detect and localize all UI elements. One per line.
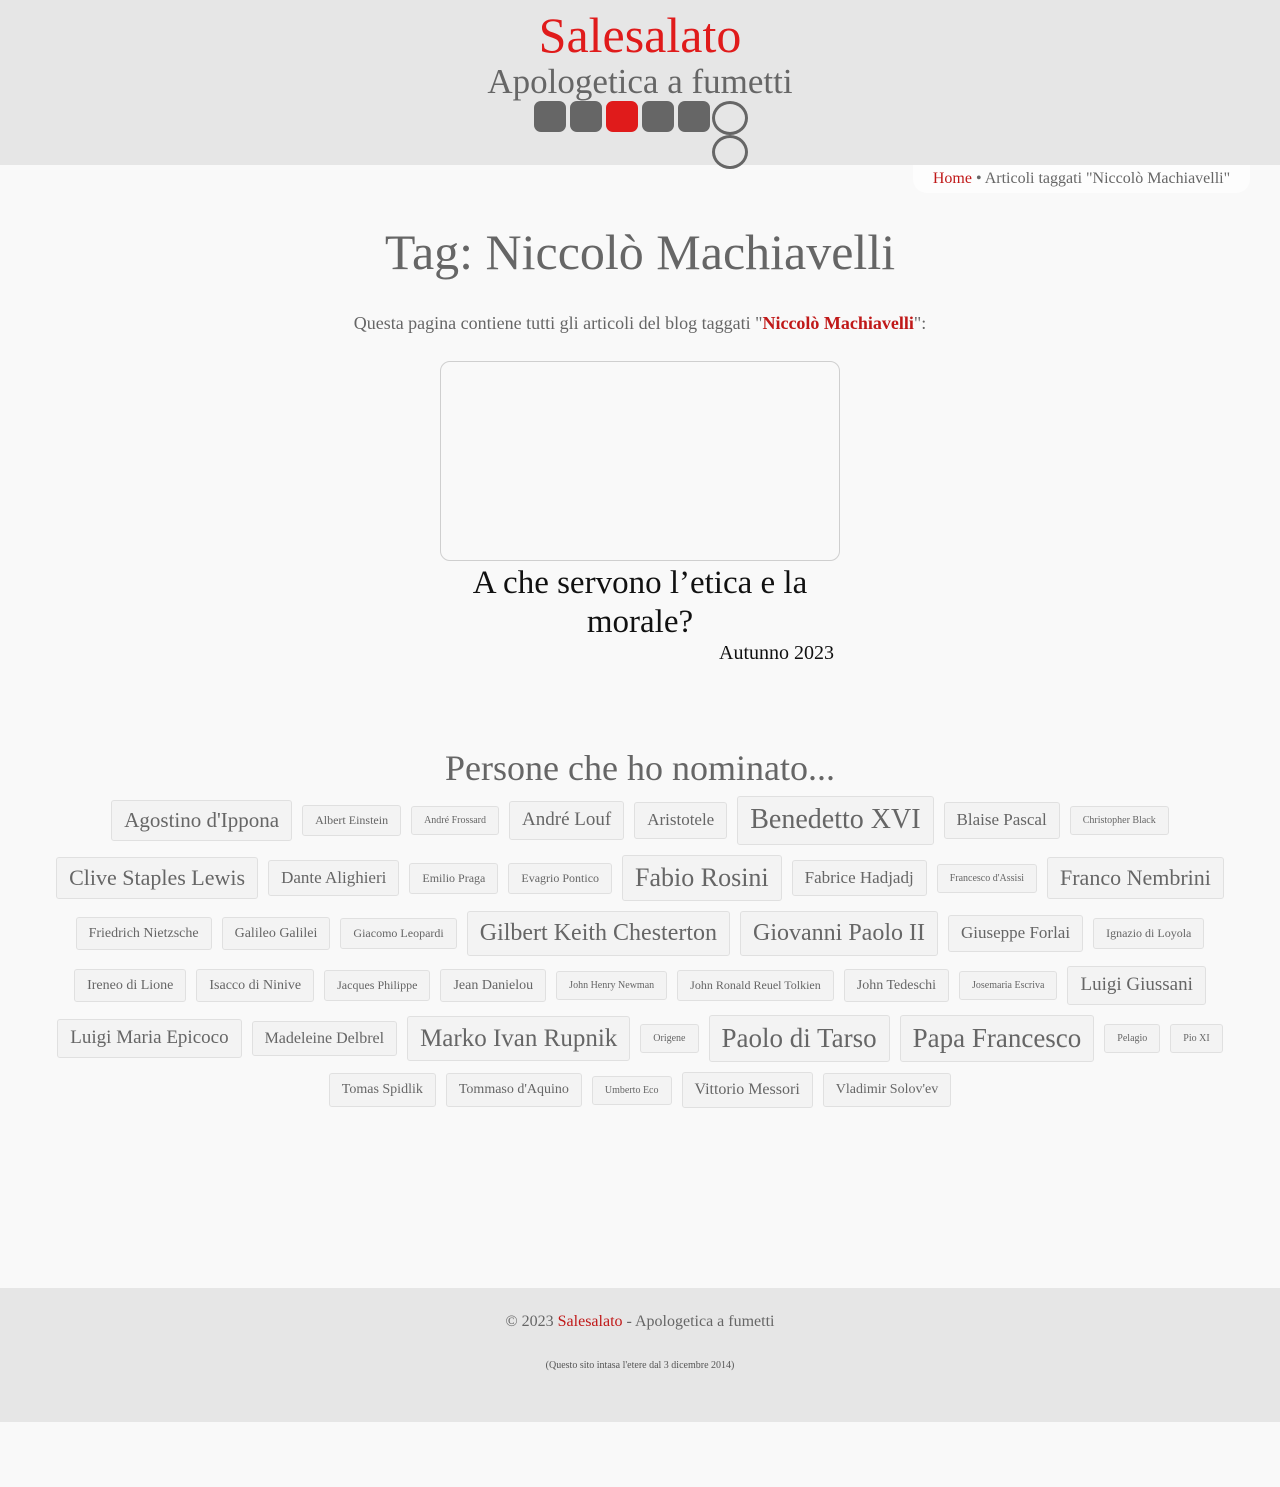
logo-ring-bottom [712,135,748,169]
footer-copyright: © 2023 Salesalato - Apologetica a fumett… [0,1312,1280,1332]
person-tag[interactable]: Giuseppe Forlai [948,915,1084,952]
person-tag[interactable]: Tomas Spidlik [328,1073,436,1107]
person-tag[interactable]: Luigi Maria Epicoco [57,1019,242,1058]
person-tag[interactable]: Agostino d'Ippona [111,799,293,841]
logo-square-4 [642,101,674,132]
person-tag[interactable]: John Tedeschi [843,968,949,1002]
person-tag[interactable]: Madeleine Delbrel [251,1020,398,1057]
person-tag[interactable]: Clive Staples Lewis [56,857,259,900]
site-title-link[interactable]: Salesalato [0,6,1280,64]
person-tag[interactable]: John Henry Newman [556,970,668,1000]
site-subtitle: Apologetica a fumetti [487,62,793,101]
person-tag[interactable]: Christopher Black [1069,805,1169,835]
breadcrumb-current: Articoli taggati "Niccolò Machiavelli" [984,170,1231,187]
person-tag[interactable]: André Frossard [411,805,500,835]
person-tag[interactable]: Dante Alighieri [268,859,400,897]
person-tag[interactable]: Vladimir Solov'ev [822,1073,952,1107]
person-tag[interactable]: Pelagio [1104,1024,1161,1054]
person-tag[interactable]: Luigi Giussani [1067,965,1206,1005]
breadcrumb-home-link[interactable]: Home [933,170,972,187]
logo-square-1 [534,101,566,132]
post-title-link[interactable]: A che servono l’etica e la morale? [440,564,840,642]
person-tag[interactable]: John Ronald Reuel Tolkien [677,969,834,1001]
person-tag[interactable]: Evagrio Pontico [508,862,613,894]
breadcrumb-separator: • [975,170,982,187]
site-logo[interactable] [534,101,754,171]
person-tag[interactable]: Fabrice Hadjadj [791,859,927,897]
person-tag[interactable]: Umberto Eco [591,1075,672,1105]
site-header: Salesalato Apologetica a fumetti [0,0,1280,169]
person-tag[interactable]: Tommaso d'Aquino [445,1073,582,1107]
person-tag[interactable]: Origene [640,1024,699,1054]
person-tag[interactable]: Giacomo Leopardi [340,917,457,950]
person-tag[interactable]: Pio XI [1170,1024,1223,1054]
person-tag[interactable]: Jacques Philippe [324,969,431,1001]
intro-text: Questa pagina contiene tutti gli articol… [0,311,1280,335]
person-tag[interactable]: Gilbert Keith Chesterton [466,911,731,956]
person-tag[interactable]: Ireneo di Lione [74,968,187,1002]
person-tag[interactable]: Ignazio di Loyola [1093,917,1205,950]
logo-square-2 [570,101,602,132]
footer-tagline: - Apologetica a fumetti [626,1313,775,1330]
logo-square-3-red [606,101,638,132]
site-footer: © 2023 Salesalato - Apologetica a fumett… [0,1288,1280,1422]
person-tag[interactable]: Emilio Praga [409,862,499,894]
person-tag[interactable]: Friedrich Nietzsche [75,916,212,951]
post-thumbnail[interactable] [440,361,840,561]
person-tag[interactable]: Blaise Pascal [943,802,1060,839]
person-tag[interactable]: Aristotele [634,802,728,839]
person-tag[interactable]: Marko Ivan Rupnik [407,1015,631,1062]
breadcrumb: Home • Articoli taggati "Niccolò Machiav… [913,165,1250,193]
person-tag[interactable]: Albert Einstein [302,804,402,836]
intro-prefix: Questa pagina contiene tutti gli articol… [353,313,763,333]
footer-site-link[interactable]: Salesalato [558,1313,623,1330]
person-tag[interactable]: Franco Nembrini [1047,857,1224,900]
person-tag[interactable]: Vittorio Messori [681,1072,813,1108]
person-tag[interactable]: Josemaria Escriva [959,970,1058,1000]
people-heading: Persone che ho nominato... [445,748,835,788]
person-tag[interactable]: Giovanni Paolo II [740,911,938,956]
person-tag[interactable]: Paolo di Tarso [708,1014,890,1063]
people-tag-cloud: Agostino d'Ippona Albert Einstein André Fr… [20,791,1260,1113]
footer-note: (Questo sito intasa l'etere dal 3 dicemb… [545,1360,735,1371]
logo-square-5 [678,101,710,132]
footer-copyright-text: © 2023 [505,1313,554,1330]
person-tag[interactable]: Galileo Galilei [221,916,331,951]
person-tag[interactable]: Isacco di Ninive [196,968,315,1002]
person-tag[interactable]: Papa Francesco [899,1014,1095,1063]
page-title: Tag: Niccolò Machiavelli [384,224,896,280]
person-tag[interactable]: Benedetto XVI [737,796,934,845]
person-tag[interactable]: Francesco d'Assisi [936,863,1037,893]
intro-suffix: ": [913,313,927,333]
person-tag[interactable]: Fabio Rosini [622,854,782,902]
person-tag[interactable]: Jean Danielou [440,968,547,1002]
post-date: Autunno 2023 [719,642,834,664]
person-tag[interactable]: André Louf [509,800,625,840]
intro-tag-link[interactable]: Niccolò Machiavelli [762,313,913,333]
logo-ring-top [712,101,748,135]
